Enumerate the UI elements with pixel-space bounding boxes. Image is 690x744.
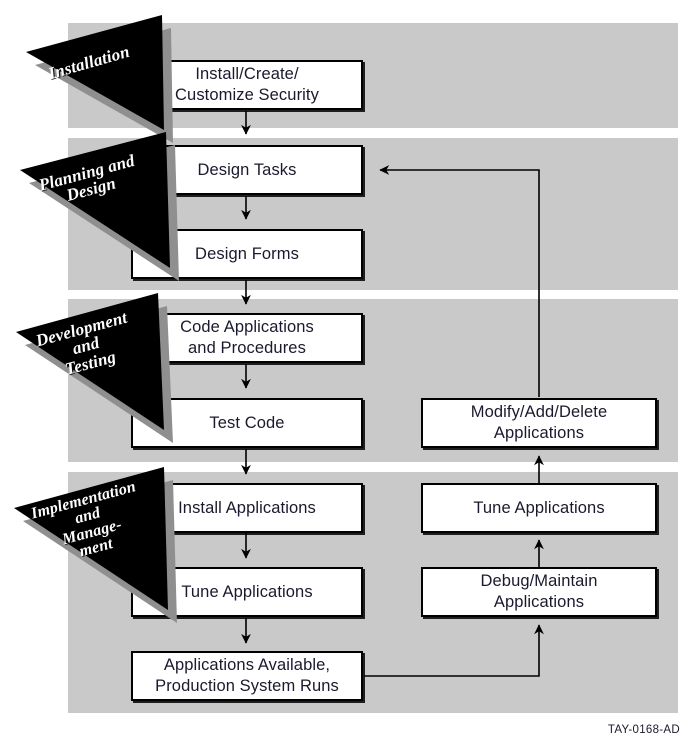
node-debug-maintain-applications[interactable]: Debug/Maintain Applications (421, 567, 657, 617)
node-modify-add-delete-applications[interactable]: Modify/Add/Delete Applications (421, 398, 657, 448)
node-label-line2: Applications (493, 424, 585, 442)
phase-marker-development-testing: Development and Testing (6, 288, 181, 443)
node-label-line1: Install/Create/ (195, 65, 299, 84)
phase-marker-implementation-management: Implementation and Manage- ment (6, 462, 191, 623)
node-label-line1: Tune Applications (473, 498, 605, 517)
node-applications-available-production-system-runs[interactable]: Applications Available, Production Syste… (131, 651, 363, 701)
node-label-line2: Production System Runs (155, 677, 339, 695)
node-label-line1: Design Forms (195, 244, 299, 263)
figure-id-label: TAY-0168-AD (607, 724, 680, 736)
node-label-line2: Applications (493, 593, 585, 611)
node-label-line1: Debug/Maintain (480, 572, 598, 591)
node-label-line1: Design Tasks (197, 160, 297, 179)
phase-marker-installation: Installation (12, 10, 177, 143)
node-label-line2: and Procedures (188, 339, 306, 357)
node-label-line1: Modify/Add/Delete (470, 403, 608, 422)
node-label-line1: Code Applications (180, 318, 314, 337)
node-label-line1: Test Code (209, 413, 285, 432)
node-tune-applications-right[interactable]: Tune Applications (421, 483, 657, 533)
node-label-line1: Applications Available, (163, 656, 331, 675)
phase-marker-planning-design: Planning and Design (8, 128, 188, 281)
diagram-canvas: Install/Create/ Customize Security Desig… (0, 0, 690, 744)
node-label-line2: Customize Security (175, 86, 319, 104)
